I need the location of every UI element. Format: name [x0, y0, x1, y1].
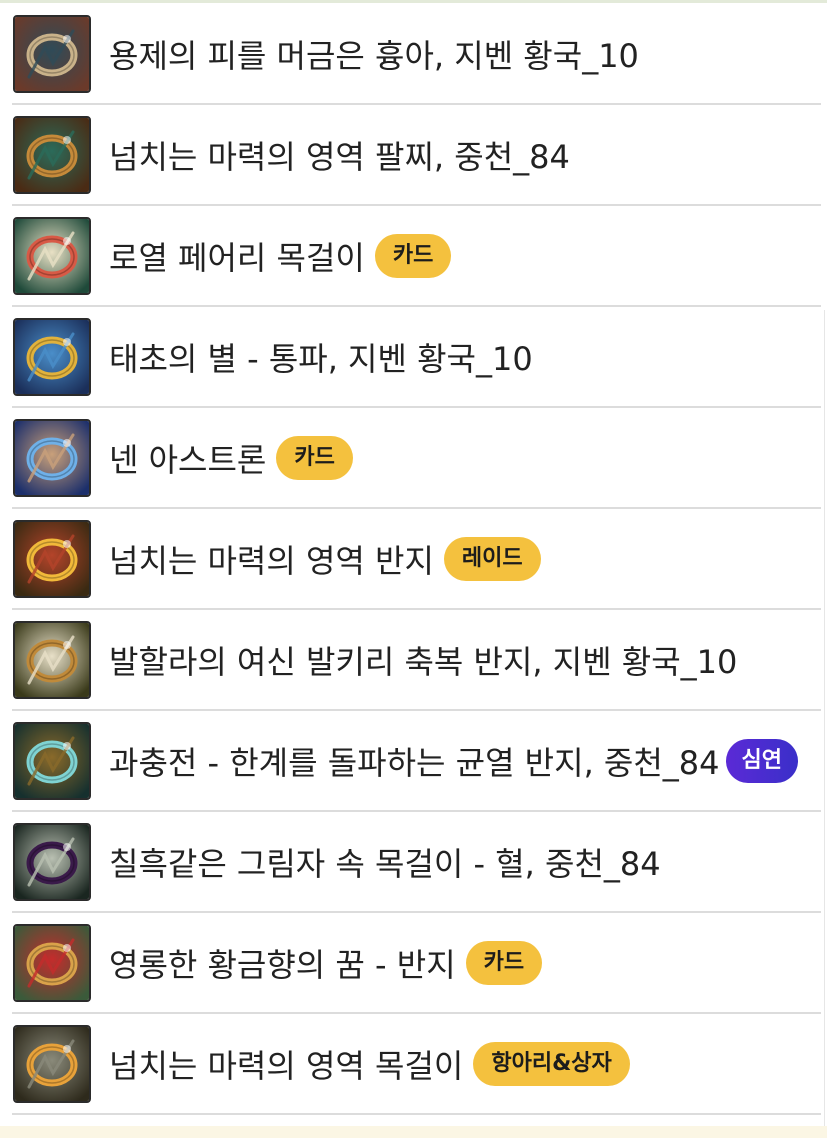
claw-icon	[13, 14, 91, 93]
item-name: 용제의 피를 머금은 흉아, 지벤 황국_10	[109, 36, 639, 75]
list-item[interactable]: 용제의 피를 머금은 흉아, 지벤 황국_10	[12, 4, 821, 105]
list-item[interactable]: 넨 아스트론 카드	[12, 408, 821, 509]
item-name: 영롱한 황금향의 꿈 - 반지	[109, 945, 456, 984]
list-item[interactable]: 넘치는 마력의 영역 반지 레이드	[12, 509, 821, 610]
item-name: 넘치는 마력의 영역 목걸이	[109, 1046, 464, 1085]
item-name: 넨 아스트론	[109, 440, 267, 479]
list-item[interactable]: 로열 페어리 목걸이 카드	[12, 206, 821, 307]
top-rule	[0, 0, 827, 3]
item-name: 과충전 - 한계를 돌파하는 균열 반지, 중천_84	[109, 743, 720, 782]
list-item[interactable]: 영롱한 황금향의 꿈 - 반지 카드	[12, 913, 821, 1014]
ruby-ring-icon	[13, 923, 91, 1002]
star-staff-icon	[13, 317, 91, 396]
shadow-necklace-icon	[13, 822, 91, 901]
crack-ring-icon	[13, 721, 91, 800]
item-name: 발할라의 여신 발키리 축복 반지, 지벤 황국_10	[109, 642, 738, 681]
source-badge: 레이드	[443, 536, 541, 581]
list-item[interactable]: 과충전 - 한계를 돌파하는 균열 반지, 중천_84 심연	[12, 711, 821, 812]
horn-necklace-icon	[13, 1024, 91, 1103]
source-badge: 항아리&상자	[473, 1041, 630, 1086]
source-badge: 카드	[276, 435, 353, 480]
item-name: 넘치는 마력의 영역 팔찌, 중천_84	[109, 137, 570, 176]
list-item[interactable]: 칠흑같은 그림자 속 목걸이 - 혈, 중천_84	[12, 812, 821, 913]
source-badge: 카드	[374, 233, 452, 278]
bottom-strip	[0, 1126, 827, 1138]
flower-necklace-icon	[13, 216, 91, 295]
astron-icon	[13, 418, 91, 497]
list-item[interactable]: 발할라의 여신 발키리 축복 반지, 지벤 황국_10	[12, 610, 821, 711]
bracelet-icon	[13, 115, 91, 194]
list-item[interactable]: 넘치는 마력의 영역 목걸이 항아리&상자	[12, 1014, 821, 1115]
item-name: 태초의 별 - 통파, 지벤 황국_10	[109, 339, 533, 378]
list-item[interactable]: 태초의 별 - 통파, 지벤 황국_10	[12, 307, 821, 408]
source-badge: 카드	[465, 940, 543, 985]
item-name: 칠흑같은 그림자 속 목걸이 - 혈, 중천_84	[109, 844, 661, 883]
item-name: 로열 페어리 목걸이	[109, 238, 365, 277]
item-list: 용제의 피를 머금은 흉아, 지벤 황국_10 넘치는 마력의 영역 팔찌, 중천…	[0, 4, 827, 1115]
source-badge: 심연	[725, 738, 798, 783]
wing-ring-icon	[13, 620, 91, 699]
item-name: 넘치는 마력의 영역 반지	[109, 541, 434, 580]
gold-ring-icon	[13, 519, 91, 598]
list-item[interactable]: 넘치는 마력의 영역 팔찌, 중천_84	[12, 105, 821, 206]
